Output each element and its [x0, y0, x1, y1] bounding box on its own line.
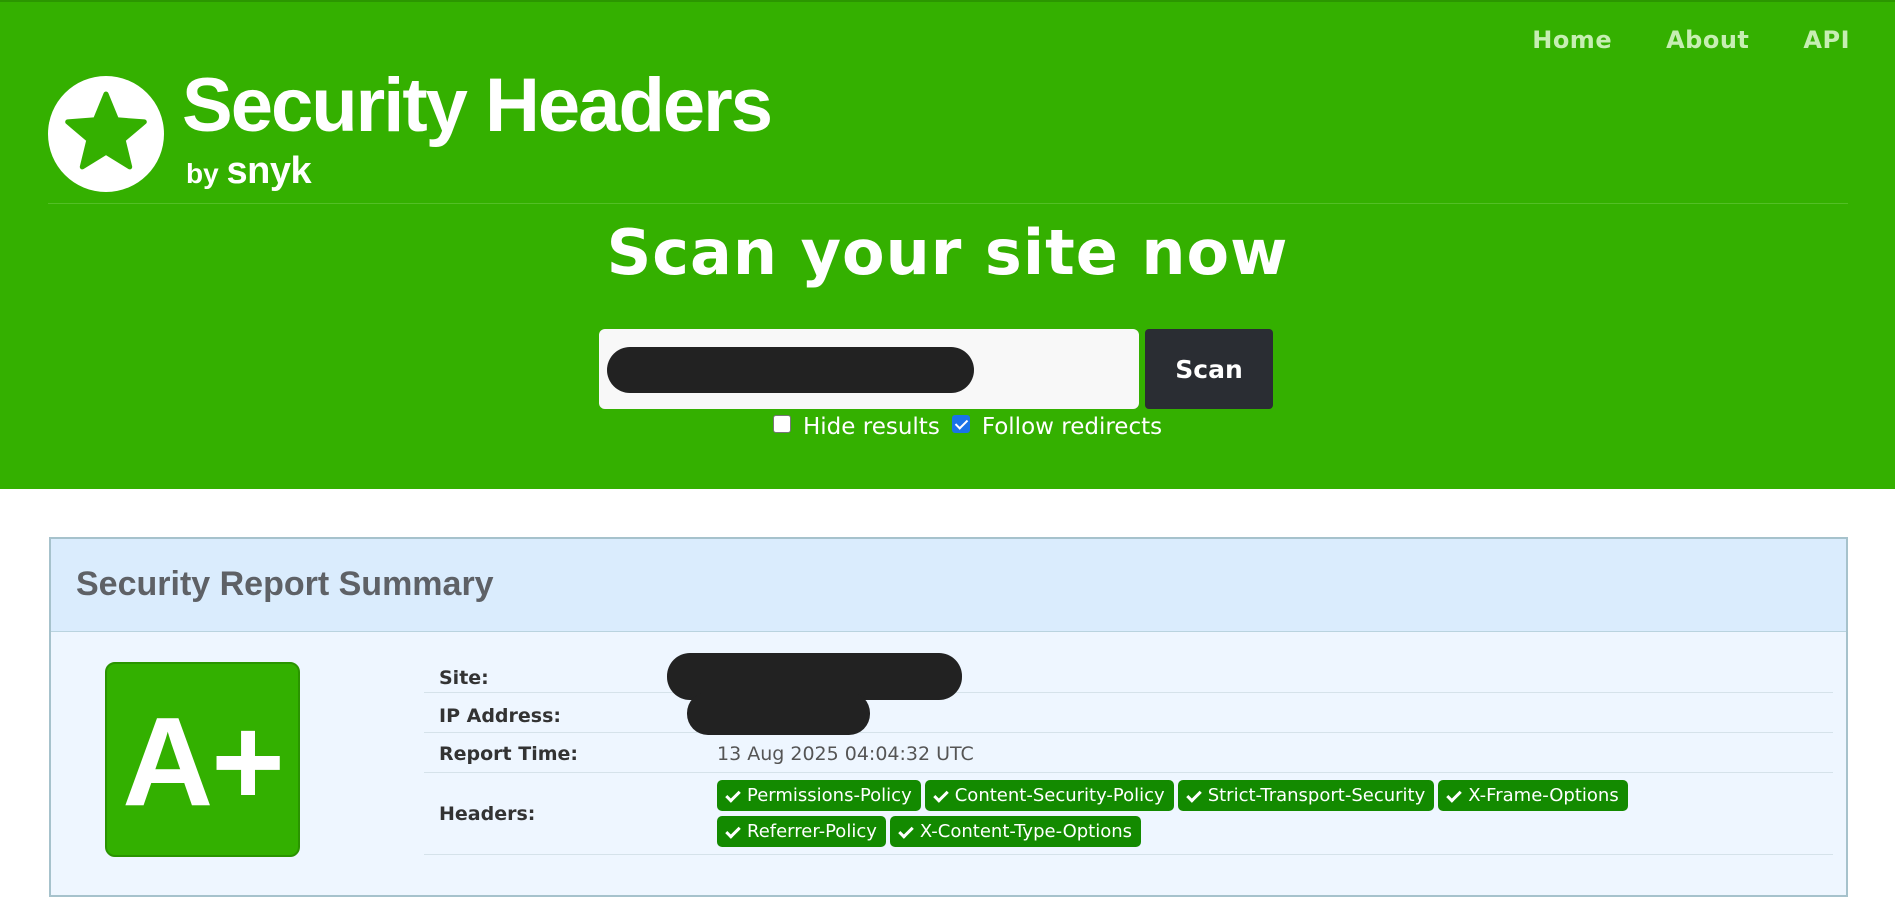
check-icon	[932, 787, 949, 803]
header-badge-label: Permissions-Policy	[747, 785, 912, 806]
header-badge-label: Strict-Transport-Security	[1207, 785, 1426, 806]
header-badge-label: X-Frame-Options	[1468, 785, 1619, 806]
header-badge: Content-Security-Policy	[924, 780, 1174, 811]
report-time-label: Report Time:	[439, 743, 578, 765]
site-label: Site:	[439, 667, 489, 689]
report-table: Site: IP Address: Report Time: 13 Aug 20…	[424, 653, 1833, 855]
header-badge-label: Content-Security-Policy	[954, 785, 1165, 806]
top-nav: Home About API	[1532, 26, 1850, 54]
headers-badge-list: Permissions-Policy Content-Security-Polic…	[717, 780, 1717, 852]
report-time-value: 13 Aug 2025 04:04:32 UTC	[717, 743, 974, 765]
scan-options: Hide results Follow redirects	[773, 414, 1162, 440]
hide-results-label[interactable]: Hide results	[803, 414, 940, 440]
nav-home-link[interactable]: Home	[1532, 26, 1612, 54]
hide-results-checkbox[interactable]	[773, 415, 791, 433]
nav-about-link[interactable]: About	[1666, 26, 1749, 54]
header-divider	[48, 203, 1848, 204]
brand-title[interactable]: Security Headers	[182, 62, 773, 149]
follow-redirects-checkbox[interactable]	[951, 415, 970, 433]
header-badge-label: Referrer-Policy	[747, 821, 877, 842]
hero-header: Home About API Security Headers by snyk …	[0, 0, 1895, 489]
report-title: Security Report Summary	[76, 565, 494, 603]
follow-redirects-label[interactable]: Follow redirects	[982, 414, 1162, 440]
check-icon	[898, 823, 914, 839]
header-badge: Strict-Transport-Security	[1177, 780, 1435, 811]
check-icon	[1446, 787, 1463, 803]
brand-byline: by snyk	[186, 150, 312, 193]
scan-heading: Scan your site now	[606, 216, 1289, 289]
snyk-logo-text: snyk	[226, 150, 312, 192]
headers-row: Headers: Permissions-Policy Content-Secur…	[424, 773, 1833, 855]
check-icon	[1185, 787, 1202, 803]
header-badge-label: X-Content-Type-Options	[919, 821, 1133, 842]
ip-row: IP Address:	[424, 693, 1833, 733]
grade-badge: A+	[105, 662, 300, 857]
security-report-panel: Security Report Summary A+ Site: IP Addr…	[49, 537, 1848, 897]
brand-by-text: by	[186, 158, 219, 189]
redacted-url-value	[607, 347, 974, 393]
headers-label: Headers:	[439, 803, 536, 825]
ip-label: IP Address:	[439, 705, 561, 727]
site-row: Site:	[424, 653, 1833, 693]
check-icon	[725, 823, 741, 839]
top-border	[0, 0, 1895, 2]
header-badge: X-Content-Type-Options	[889, 816, 1142, 847]
header-badge: X-Frame-Options	[1438, 780, 1628, 811]
scan-button[interactable]: Scan	[1145, 329, 1273, 409]
nav-api-link[interactable]: API	[1803, 26, 1850, 54]
star-icon[interactable]	[48, 76, 164, 192]
url-input[interactable]	[599, 329, 1139, 409]
redacted-ip-value	[687, 692, 870, 735]
report-header: Security Report Summary	[51, 539, 1846, 632]
report-time-row: Report Time: 13 Aug 2025 04:04:32 UTC	[424, 733, 1833, 773]
check-icon	[725, 787, 741, 803]
header-badge: Referrer-Policy	[717, 816, 886, 847]
header-badge: Permissions-Policy	[717, 780, 921, 811]
